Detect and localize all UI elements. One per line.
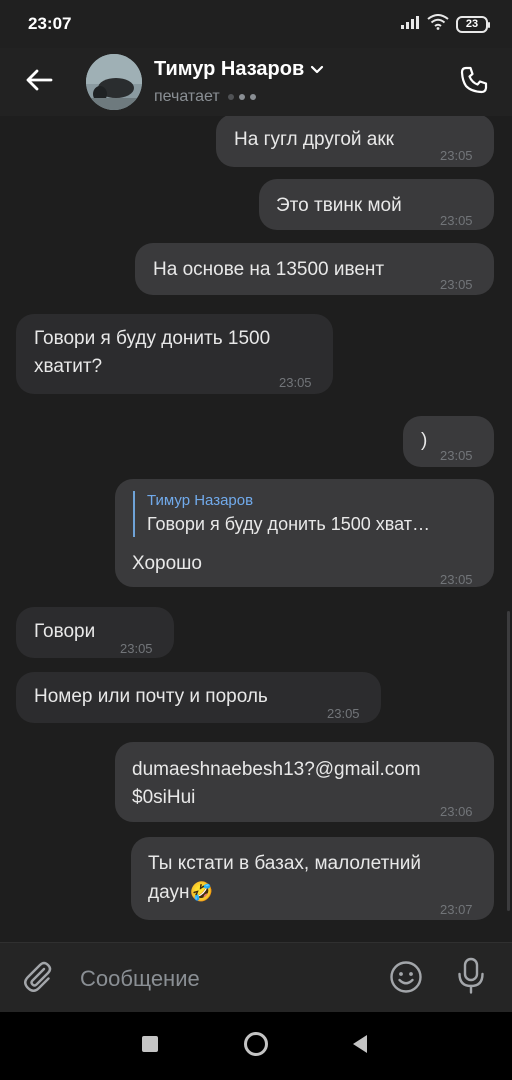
message-time: 23:05 [327, 706, 360, 721]
message-text: Говори [34, 621, 96, 642]
rofl-emoji-icon: 🤣 [189, 882, 214, 903]
signal-icon [400, 15, 420, 34]
message-bubble[interactable]: Тимур Назаров Говори я буду донить 1500 … [115, 479, 494, 587]
scrollbar[interactable] [507, 611, 510, 911]
phone-icon [459, 65, 489, 100]
message-list[interactable]: На гугл другой акк 23:05 Это твинк мой 2… [0, 116, 512, 942]
emoji-icon [389, 960, 423, 999]
call-button[interactable] [454, 62, 494, 102]
message-text: даун [148, 882, 190, 903]
message-time: 23:05 [440, 148, 473, 163]
message-text: Говори я буду донить 1500 [34, 328, 271, 349]
back-arrow-icon [25, 68, 53, 97]
back-button[interactable] [18, 62, 60, 102]
message-time: 23:07 [440, 902, 473, 917]
message-text: Номер или почту и пороль [34, 686, 268, 707]
message-text: dumaeshnaebesh13?@gmail.com [132, 759, 421, 780]
message-text: Это твинк мой [276, 195, 402, 216]
message-text: Ты кстати в базах, малолетний [148, 853, 421, 874]
triangle-back-icon [351, 1034, 369, 1059]
message-time: 23:05 [279, 375, 312, 390]
emoji-button[interactable] [386, 959, 426, 999]
back-nav-button[interactable] [344, 1030, 376, 1062]
reply-quote[interactable]: Тимур Назаров Говори я буду донить 1500 … [133, 491, 473, 537]
typing-dots-icon [227, 94, 256, 100]
message-time: 23:05 [440, 448, 473, 463]
reply-author: Тимур Назаров [147, 492, 254, 509]
voice-message-button[interactable] [451, 957, 491, 999]
message-bubble[interactable]: Говори я буду донить 1500 хватит? 23:05 [16, 314, 333, 394]
message-bubble[interactable]: На основе на 13500 ивент 23:05 [135, 243, 494, 295]
message-bubble[interactable]: Номер или почту и пороль 23:05 [16, 672, 381, 723]
message-time: 23:05 [440, 572, 473, 587]
circle-icon [243, 1031, 269, 1062]
message-text: $0siHui [132, 787, 196, 808]
wifi-icon [427, 13, 449, 35]
status-icons: 23 [400, 13, 490, 35]
battery-icon: 23 [456, 15, 490, 33]
message-text-with-emoji: даун🤣 [148, 879, 213, 906]
message-bubble[interactable]: Говори 23:05 [16, 607, 174, 658]
message-text: ) [421, 430, 428, 451]
attach-button[interactable] [18, 959, 58, 999]
contact-name-text: Тимур Назаров [154, 58, 305, 80]
chat-header: Тимур Назаров печатает [0, 48, 512, 116]
message-text: хватит? [34, 356, 103, 377]
contact-name[interactable]: Тимур Назаров [154, 58, 324, 81]
message-time: 23:05 [120, 641, 153, 656]
message-time: 23:05 [440, 277, 473, 292]
microphone-icon [456, 957, 486, 1000]
message-bubble[interactable]: ) 23:05 [403, 416, 494, 467]
chevron-down-icon [310, 58, 324, 81]
reply-text: Говори я буду донить 1500 хват… [147, 514, 430, 534]
message-bubble[interactable]: Ты кстати в базах, малолетний даун🤣 23:0… [131, 837, 494, 920]
status-time: 23:07 [28, 14, 72, 33]
message-time: 23:06 [440, 804, 473, 819]
message-input[interactable] [80, 961, 370, 997]
message-time: 23:05 [440, 213, 473, 228]
message-bubble[interactable]: На гугл другой акк 23:05 [216, 116, 494, 167]
avatar[interactable] [86, 54, 142, 110]
message-text: Хорошо [132, 553, 202, 574]
message-bubble[interactable]: dumaeshnaebesh13?@gmail.com $0siHui 23:0… [115, 742, 494, 822]
square-icon [141, 1035, 159, 1058]
status-bar: 23:07 23 [0, 0, 512, 48]
recent-apps-button[interactable] [134, 1030, 166, 1062]
system-navigation-bar [0, 1012, 512, 1080]
paperclip-icon [21, 960, 55, 999]
message-text: На гугл другой акк [234, 129, 394, 150]
message-text: На основе на 13500 ивент [153, 259, 385, 280]
typing-status: печатает [154, 88, 256, 106]
message-composer [0, 942, 512, 1012]
message-bubble[interactable]: Это твинк мой 23:05 [259, 179, 494, 230]
typing-status-text: печатает [154, 88, 220, 105]
home-button[interactable] [240, 1030, 272, 1062]
